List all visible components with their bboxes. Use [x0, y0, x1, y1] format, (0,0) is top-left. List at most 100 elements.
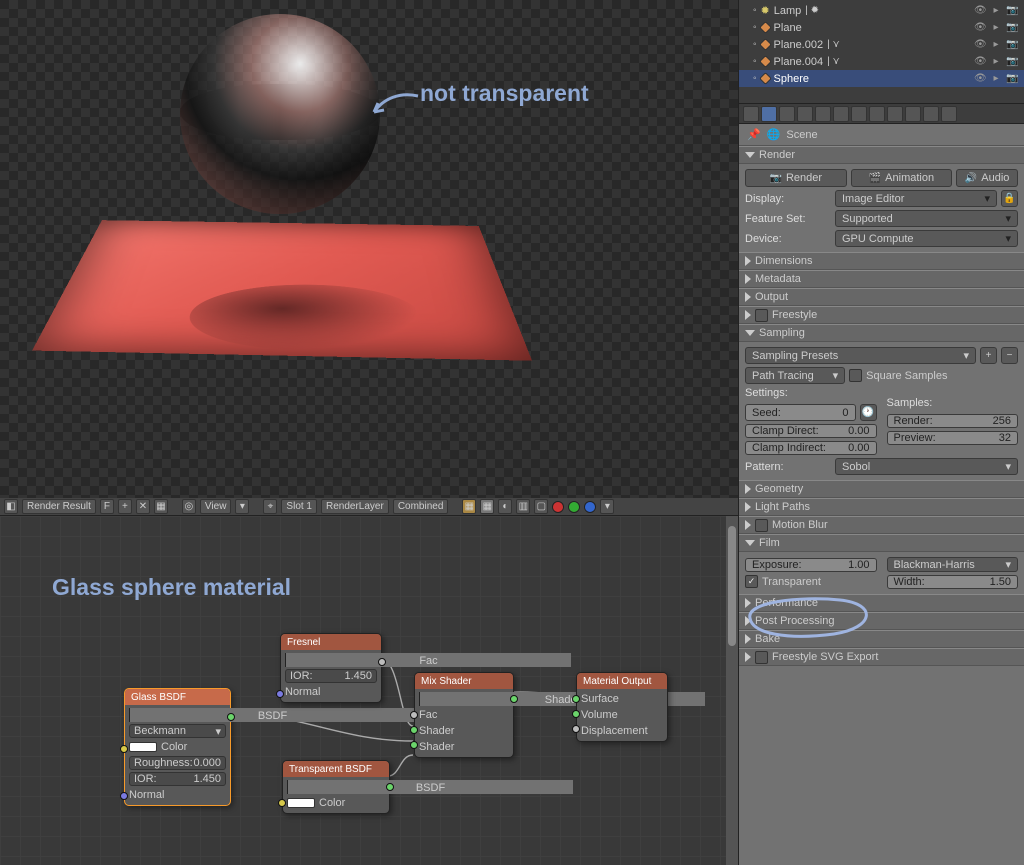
outliner[interactable]: ◦ ✹Lamp | ✹👁▸📷 ◦ Plane👁▸📷 ◦ Plane.002 | …: [739, 0, 1024, 104]
view-dropdown-icon[interactable]: ▾: [235, 499, 249, 514]
tab-particles[interactable]: [923, 106, 939, 122]
socket-out-fac[interactable]: [378, 658, 386, 666]
pixel-filter-select[interactable]: Blackman-Harris▾: [887, 557, 1019, 572]
visibility-icon[interactable]: 👁: [974, 39, 986, 51]
tab-modifiers[interactable]: [851, 106, 867, 122]
ior-field[interactable]: IOR:1.450: [285, 669, 377, 683]
motionblur-checkbox[interactable]: [755, 519, 768, 532]
distribution-select[interactable]: Beckmann▾: [129, 724, 226, 738]
node-material-output[interactable]: Material Output Surface Volume Displacem…: [576, 672, 668, 742]
clamp-direct-field[interactable]: Clamp Direct:0.00: [745, 424, 877, 438]
render-icon[interactable]: 📷: [1006, 73, 1018, 85]
node-fresnel[interactable]: Fresnel Fac IOR:1.450 Normal: [280, 633, 382, 703]
node-header[interactable]: Material Output: [577, 673, 667, 689]
socket-in-color[interactable]: [278, 799, 286, 807]
pin-icon[interactable]: 📌: [747, 128, 761, 141]
render-icon[interactable]: 📷: [1006, 39, 1018, 51]
socket-in-shader[interactable]: [410, 741, 418, 749]
panel-header-motionblur[interactable]: Motion Blur: [739, 516, 1024, 534]
render-samples-field[interactable]: Render:256: [887, 414, 1019, 428]
pivot-icon[interactable]: ◎: [182, 499, 196, 514]
tab-data[interactable]: [869, 106, 885, 122]
panel-header-sampling[interactable]: Sampling: [739, 324, 1024, 342]
socket-out-shader[interactable]: [510, 695, 518, 703]
visibility-icon[interactable]: 👁: [974, 5, 986, 17]
seed-clock-icon[interactable]: 🕐: [860, 404, 877, 421]
preset-add[interactable]: +: [980, 347, 997, 364]
render-icon[interactable]: 📷: [1006, 5, 1018, 17]
outliner-item-plane004[interactable]: ◦ Plane.004 | ⋎👁▸📷: [739, 53, 1024, 70]
outliner-item-lamp[interactable]: ◦ ✹Lamp | ✹👁▸📷: [739, 2, 1024, 19]
animation-button[interactable]: 🎬 Animation: [851, 169, 953, 187]
seed-field[interactable]: Seed:0: [745, 404, 856, 421]
preset-remove[interactable]: −: [1001, 347, 1018, 364]
image-menu[interactable]: Render Result: [22, 499, 96, 514]
tab-object[interactable]: [815, 106, 831, 122]
visibility-icon[interactable]: 👁: [974, 73, 986, 85]
transparent-checkbox[interactable]: ✓: [745, 575, 758, 588]
editor-type-icon[interactable]: ◧: [4, 499, 18, 514]
socket-in-shader[interactable]: [410, 726, 418, 734]
display-channels-4[interactable]: ▥: [516, 499, 530, 514]
clamp-indirect-field[interactable]: Clamp Indirect:0.00: [745, 441, 877, 455]
layer-menu[interactable]: RenderLayer: [321, 499, 389, 514]
fake-user-toggle[interactable]: F: [100, 499, 114, 514]
socket-in-displacement[interactable]: [572, 725, 580, 733]
roughness-field[interactable]: Roughness:0.000: [129, 756, 226, 770]
square-samples-checkbox[interactable]: [849, 369, 862, 382]
slot-menu[interactable]: Slot 1: [281, 499, 317, 514]
featureset-select[interactable]: Supported▾: [835, 210, 1018, 227]
integrator-select[interactable]: Path Tracing▾: [745, 367, 845, 384]
freestyle-checkbox[interactable]: [755, 309, 768, 322]
node-header[interactable]: Fresnel: [281, 634, 381, 650]
select-icon[interactable]: ▸: [990, 56, 1002, 68]
render-button[interactable]: 📷 Render: [745, 169, 847, 187]
render-icon[interactable]: 📷: [1006, 56, 1018, 68]
panel-header-geometry[interactable]: Geometry: [739, 480, 1024, 498]
panel-header-output[interactable]: Output: [739, 288, 1024, 306]
display-channels-3[interactable]: ◐: [498, 499, 512, 514]
unlink-button[interactable]: ✕: [136, 499, 150, 514]
visibility-icon[interactable]: 👁: [974, 22, 986, 34]
panel-header-lightpaths[interactable]: Light Paths: [739, 498, 1024, 516]
panel-header-dimensions[interactable]: Dimensions: [739, 252, 1024, 270]
color-red[interactable]: [552, 501, 564, 513]
socket-in-fac[interactable]: [410, 711, 418, 719]
select-icon[interactable]: ▸: [990, 39, 1002, 51]
panel-header-film[interactable]: Film: [739, 534, 1024, 552]
select-icon[interactable]: ▸: [990, 73, 1002, 85]
node-scrollbar[interactable]: [726, 516, 738, 865]
outliner-item-plane[interactable]: ◦ Plane👁▸📷: [739, 19, 1024, 36]
display-channels-5[interactable]: ▢: [534, 499, 548, 514]
render-icon[interactable]: 📷: [1006, 22, 1018, 34]
color-swatch[interactable]: [287, 798, 315, 808]
display-channels-2[interactable]: ▦: [480, 499, 494, 514]
color-dropdown[interactable]: ▾: [600, 499, 614, 514]
node-glass-bsdf[interactable]: Glass BSDF BSDF Beckmann▾ Color Roughnes…: [124, 688, 231, 806]
color-swatch[interactable]: [129, 742, 157, 752]
tab-material[interactable]: [887, 106, 903, 122]
tab-world[interactable]: [797, 106, 813, 122]
pattern-select[interactable]: Sobol▾: [835, 458, 1018, 475]
sampling-presets[interactable]: Sampling Presets▾: [745, 347, 976, 364]
visibility-icon[interactable]: 👁: [974, 56, 986, 68]
panel-header-freestyle[interactable]: Freestyle: [739, 306, 1024, 324]
pass-menu[interactable]: Combined: [393, 499, 449, 514]
render-viewport[interactable]: not transparent: [0, 0, 738, 498]
tab-render-layers[interactable]: [761, 106, 777, 122]
socket-in-normal[interactable]: [120, 792, 128, 800]
node-header[interactable]: Glass BSDF: [125, 689, 230, 705]
select-icon[interactable]: ▸: [990, 5, 1002, 17]
outliner-item-sphere[interactable]: ◦ Sphere👁▸📷: [739, 70, 1024, 87]
socket-in-volume[interactable]: [572, 710, 580, 718]
panel-header-render[interactable]: Render: [739, 146, 1024, 164]
exposure-field[interactable]: Exposure:1.00: [745, 558, 877, 572]
ior-field[interactable]: IOR:1.450: [129, 772, 226, 786]
freestylesvg-checkbox[interactable]: [755, 651, 768, 664]
add-image-button[interactable]: +: [118, 499, 132, 514]
display-channels-1[interactable]: ▦: [462, 499, 476, 514]
socket-out-shader[interactable]: [227, 713, 235, 721]
panel-header-metadata[interactable]: Metadata: [739, 270, 1024, 288]
node-header[interactable]: Transparent BSDF: [283, 761, 389, 777]
device-select[interactable]: GPU Compute▾: [835, 230, 1018, 247]
